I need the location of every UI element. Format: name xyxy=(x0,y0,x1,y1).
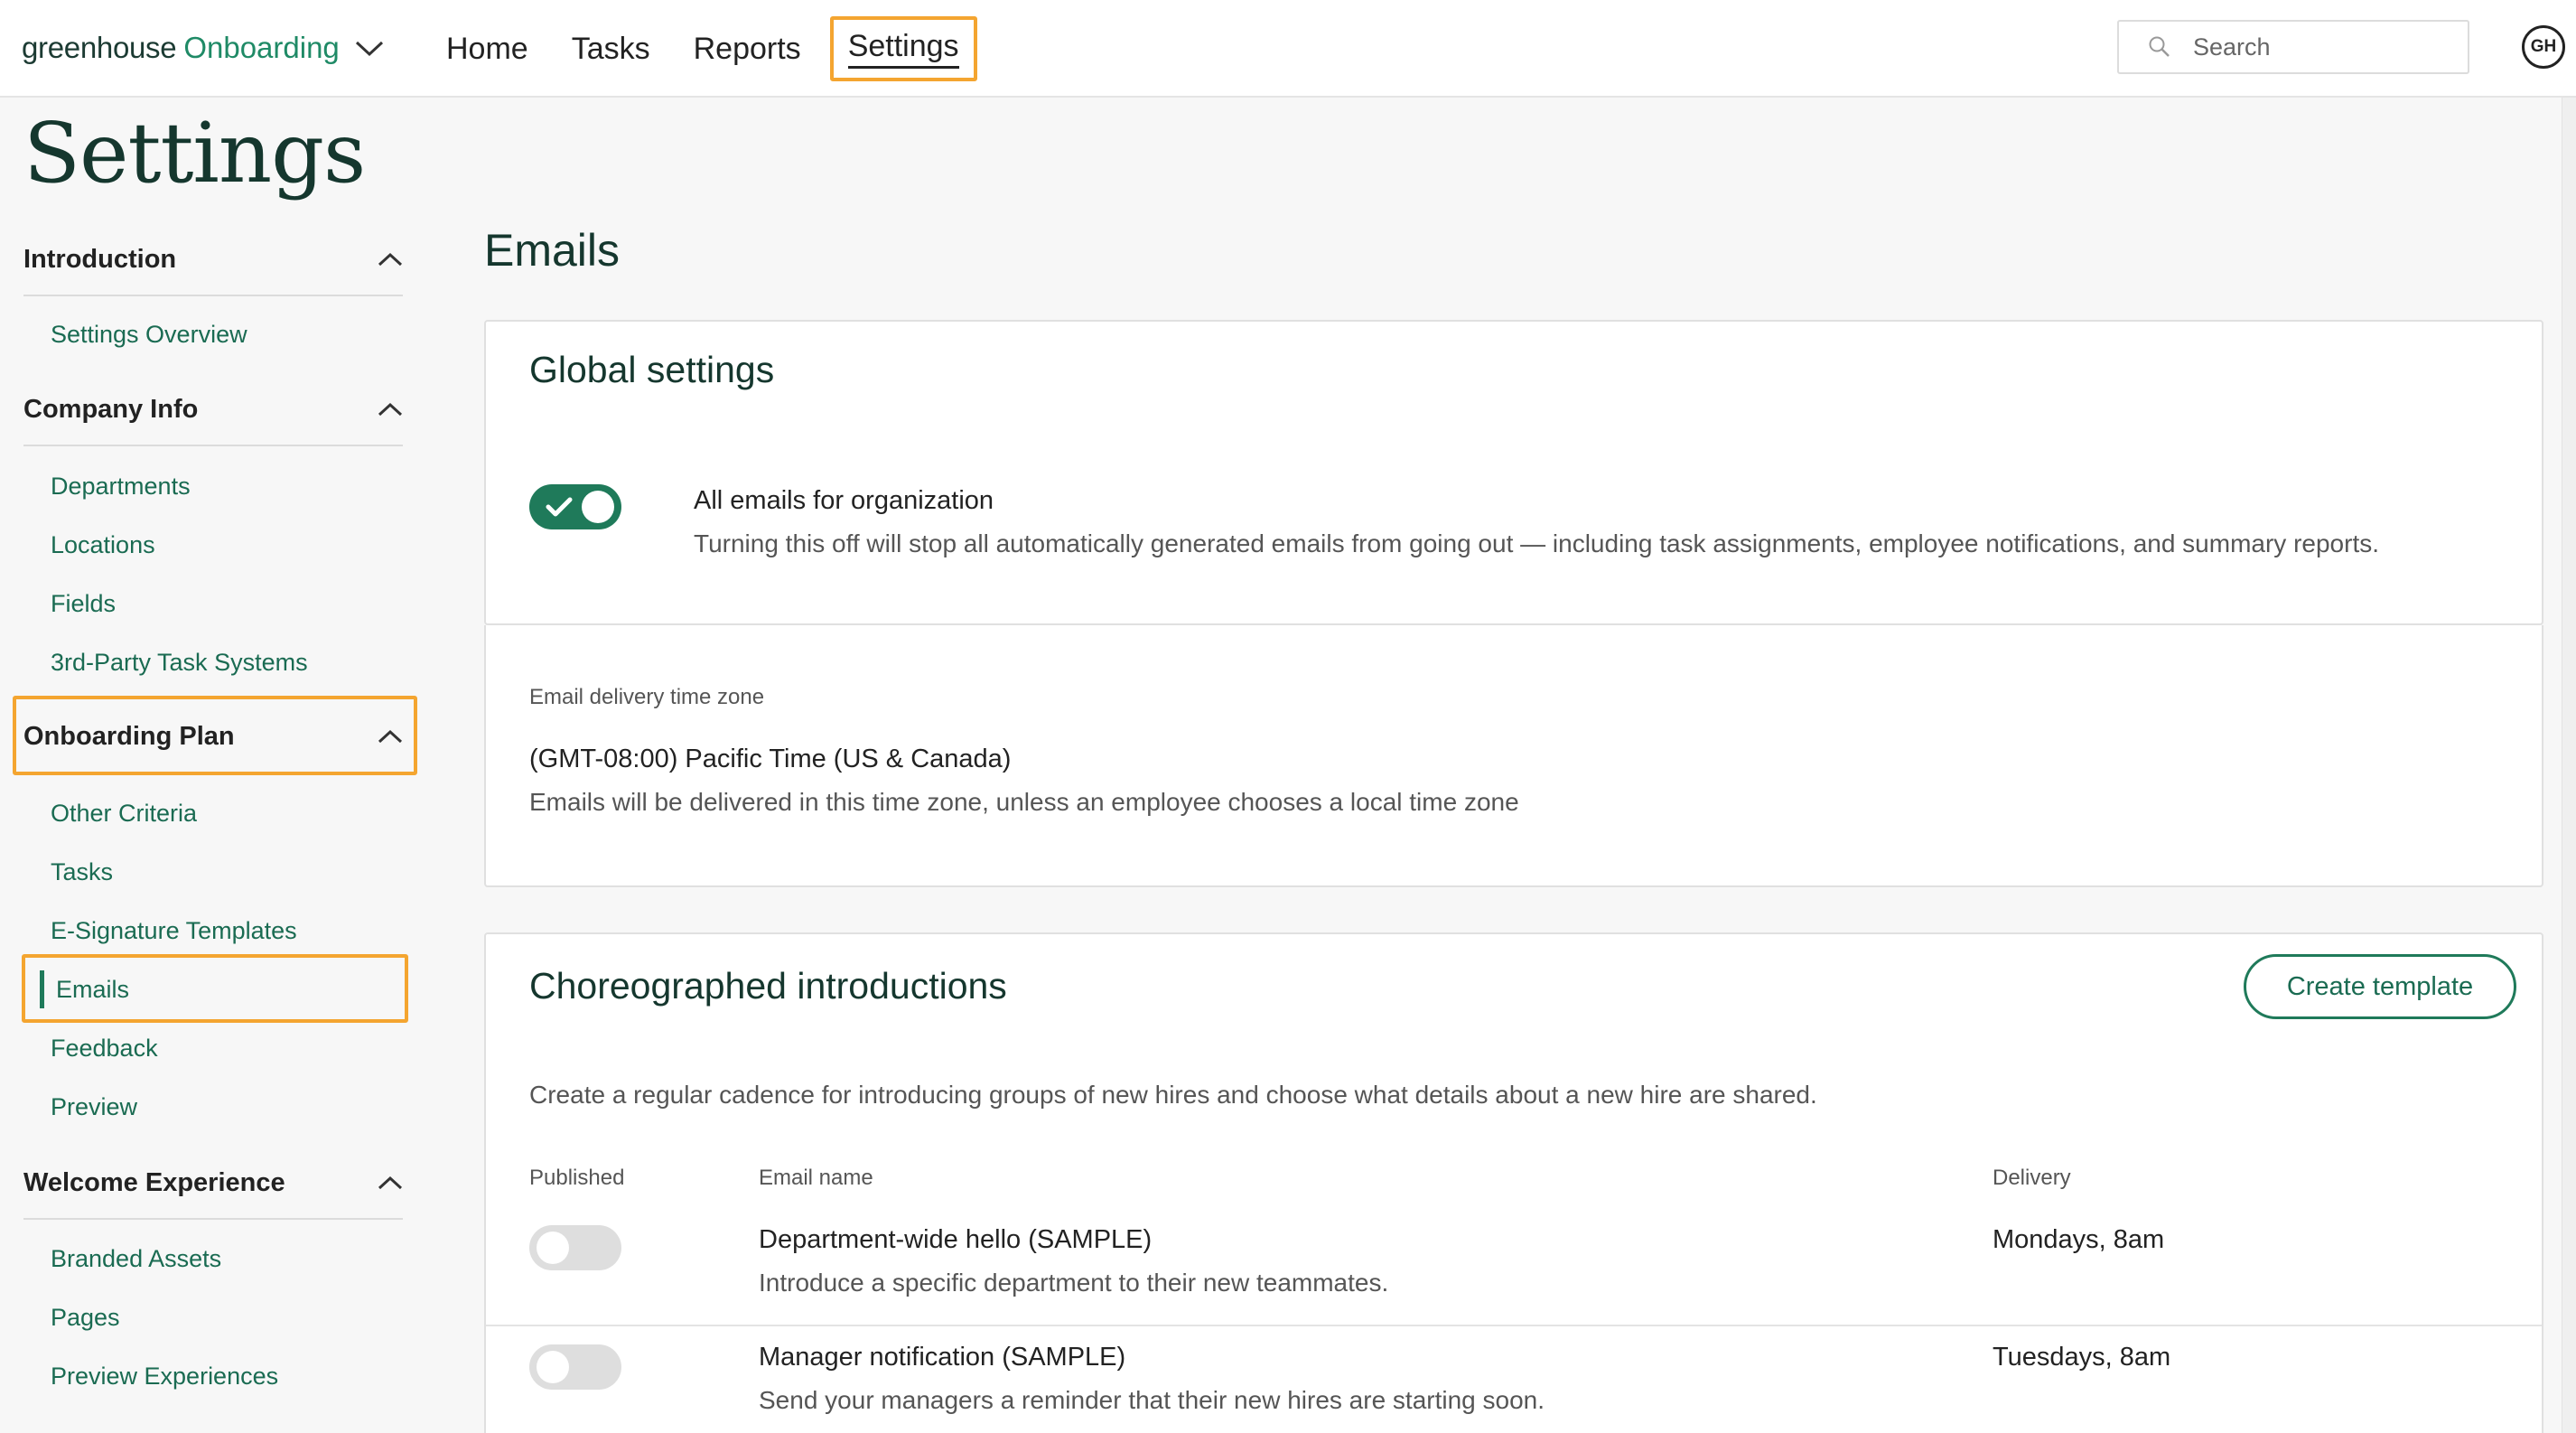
chevron-up-icon xyxy=(378,252,403,267)
chevron-up-icon xyxy=(378,729,403,744)
published-toggle[interactable] xyxy=(529,1344,621,1390)
chevron-up-icon xyxy=(378,402,403,417)
introductions-card: Choreographed introductions Create templ… xyxy=(484,932,2543,1433)
all-emails-toggle[interactable] xyxy=(529,484,621,529)
column-header-published: Published xyxy=(529,1166,625,1190)
sidebar-item-third-party-task-systems[interactable]: 3rd-Party Task Systems xyxy=(51,644,308,680)
sidebar-item-branded-assets[interactable]: Branded Assets xyxy=(51,1241,221,1277)
nav-home[interactable]: Home xyxy=(432,16,543,81)
nav-home-label: Home xyxy=(446,31,528,66)
sidebar-item-settings-overview[interactable]: Settings Overview xyxy=(51,316,247,352)
page-scrollbar[interactable] xyxy=(2562,98,2576,1433)
email-name[interactable]: Manager notification (SAMPLE) xyxy=(759,1343,1125,1372)
column-header-email-name: Email name xyxy=(759,1166,873,1190)
sidebar-section-label: Welcome Experience xyxy=(23,1167,285,1197)
search-icon xyxy=(2149,36,2170,57)
search-input[interactable] xyxy=(2193,33,2464,61)
sidebar-item-emails[interactable]: Emails xyxy=(56,971,129,1007)
email-name[interactable]: Department-wide hello (SAMPLE) xyxy=(759,1225,1152,1255)
sidebar-section-label: Onboarding Plan xyxy=(23,721,235,751)
nav-settings[interactable]: Settings xyxy=(829,16,977,81)
sidebar-item-e-signature-templates[interactable]: E-Signature Templates xyxy=(51,913,297,949)
card-title: Choreographed introductions xyxy=(529,965,1007,1007)
active-indicator xyxy=(40,970,44,1008)
user-avatar[interactable]: GH xyxy=(2522,25,2565,69)
sidebar-divider xyxy=(23,295,403,296)
nav-settings-label: Settings xyxy=(847,29,959,69)
timezone-label: Email delivery time zone xyxy=(529,685,765,709)
sidebar-section-welcome-experience[interactable]: Welcome Experience xyxy=(23,1160,403,1205)
sidebar-item-fields[interactable]: Fields xyxy=(51,585,116,622)
section-title: Emails xyxy=(484,225,621,276)
sidebar-item-departments[interactable]: Departments xyxy=(51,468,191,504)
card-title: Global settings xyxy=(529,349,775,390)
toggle-description: Turning this off will stop all automatic… xyxy=(694,529,2380,557)
email-delivery: Tuesdays, 8am xyxy=(1993,1343,2171,1372)
sidebar-section-label: Introduction xyxy=(23,244,177,274)
sidebar-divider xyxy=(23,445,403,446)
nav-tasks-label: Tasks xyxy=(571,31,650,66)
sidebar-item-feedback[interactable]: Feedback xyxy=(51,1030,158,1066)
sidebar-item-preview[interactable]: Preview xyxy=(51,1089,137,1125)
toggle-knob xyxy=(537,1351,569,1383)
settings-page: greenhouse Onboarding Home Tasks Reports… xyxy=(0,0,2576,1433)
nav-reports-label: Reports xyxy=(693,31,801,66)
introductions-description: Create a regular cadence for introducing… xyxy=(529,1081,1817,1109)
timezone-value[interactable]: (GMT-08:00) Pacific Time (US & Canada) xyxy=(529,745,1011,774)
sidebar-item-locations[interactable]: Locations xyxy=(51,527,155,563)
sidebar-item-other-criteria[interactable]: Other Criteria xyxy=(51,795,197,831)
sidebar-item-pages[interactable]: Pages xyxy=(51,1299,120,1335)
main-nav: Home Tasks Reports Settings xyxy=(432,16,992,81)
settings-sidebar: Introduction Settings Overview Company I… xyxy=(0,0,434,1433)
sidebar-section-label: Company Info xyxy=(23,394,199,424)
nav-tasks[interactable]: Tasks xyxy=(557,16,665,81)
email-delivery: Mondays, 8am xyxy=(1993,1225,2165,1254)
toggle-knob xyxy=(537,1232,569,1264)
nav-reports[interactable]: Reports xyxy=(679,16,816,81)
column-header-delivery: Delivery xyxy=(1993,1166,2071,1190)
sidebar-item-tasks[interactable]: Tasks xyxy=(51,854,113,890)
sidebar-section-onboarding-plan[interactable]: Onboarding Plan xyxy=(23,714,403,759)
toggle-knob xyxy=(582,491,614,523)
sidebar-item-preview-experiences[interactable]: Preview Experiences xyxy=(51,1358,278,1394)
timezone-description: Emails will be delivered in this time zo… xyxy=(529,788,1519,816)
sidebar-section-introduction[interactable]: Introduction xyxy=(23,237,403,282)
sidebar-divider xyxy=(23,1218,403,1220)
sidebar-section-company-info[interactable]: Company Info xyxy=(23,387,403,432)
chevron-up-icon xyxy=(378,1175,403,1190)
timezone-card: Email delivery time zone (GMT-08:00) Pac… xyxy=(484,625,2543,887)
email-description: Send your managers a reminder that their… xyxy=(759,1386,1545,1414)
toggle-label: All emails for organization xyxy=(694,486,994,515)
search-box xyxy=(2117,20,2469,74)
published-toggle[interactable] xyxy=(529,1225,621,1270)
global-settings-card: Global settings All emails for organizat… xyxy=(484,320,2543,625)
row-divider xyxy=(486,1325,2542,1326)
create-template-button[interactable]: Create template xyxy=(2244,954,2516,1019)
email-description: Introduce a specific department to their… xyxy=(759,1269,1389,1297)
checkmark-icon xyxy=(546,497,573,517)
